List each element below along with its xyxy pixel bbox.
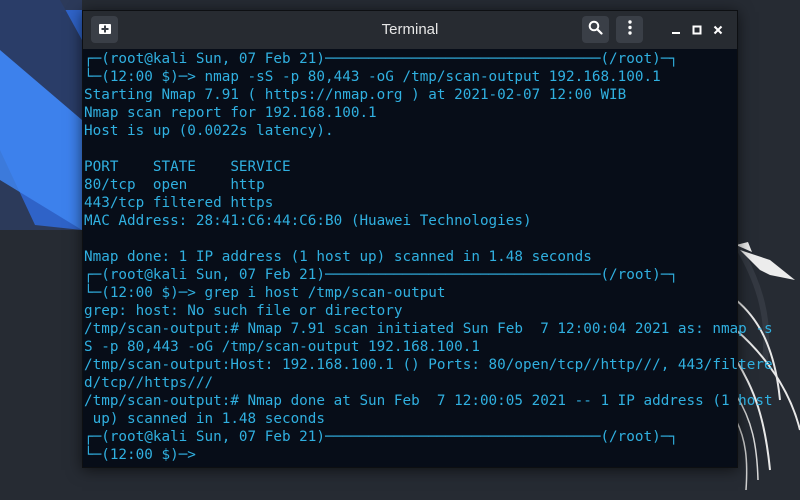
new-tab-button[interactable] (91, 16, 118, 43)
terminal-line: grep: host: No such file or directory (84, 303, 403, 319)
terminal-line: /tmp/scan-output:Host: 192.168.100.1 () … (84, 357, 773, 373)
terminal-line: └─(12:00 $)─> nmap -sS -p 80,443 -oG /tm… (84, 69, 661, 85)
terminal-line: Starting Nmap 7.91 ( https://nmap.org ) … (84, 87, 627, 103)
terminal-lines: ┌─(root@kali Sun, 07 Feb 21)────────────… (83, 49, 773, 467)
maximize-icon (692, 20, 702, 39)
terminal-line: /tmp/scan-output:# Nmap done at Sun Feb … (84, 393, 773, 409)
terminal-window: Terminal ┌─(root@kali Sun, 07 Feb 21)───… (82, 10, 773, 468)
vertical-dots-icon (627, 20, 632, 39)
terminal-line: /tmp/scan-output:# Nmap 7.91 scan initia… (84, 321, 773, 337)
titlebar[interactable]: Terminal (83, 11, 737, 49)
minimize-button[interactable] (669, 22, 683, 36)
terminal-line: └─(12:00 $)─> (84, 447, 196, 463)
terminal-line: 80/tcp open http (84, 177, 265, 193)
terminal-line: PORT STATE SERVICE (84, 159, 291, 175)
close-icon (713, 20, 723, 39)
terminal-line: MAC Address: 28:41:C6:44:C6:B0 (Huawei T… (84, 213, 532, 229)
menu-button[interactable] (616, 16, 643, 43)
terminal-line: Nmap scan report for 192.168.100.1 (84, 105, 377, 121)
new-tab-icon (98, 20, 112, 39)
terminal-line: S -p 80,443 -oG /tmp/scan-output 192.168… (84, 339, 480, 355)
terminal-line: ┌─(root@kali Sun, 07 Feb 21)────────────… (84, 51, 678, 67)
terminal-line: up) scanned in 1.48 seconds (84, 411, 326, 427)
terminal-line: Host is up (0.0022s latency). (84, 123, 334, 139)
terminal-line: Nmap done: 1 IP address (1 host up) scan… (84, 249, 592, 265)
search-button[interactable] (582, 16, 609, 43)
terminal-line: ┌─(root@kali Sun, 07 Feb 21)────────────… (84, 267, 678, 283)
terminal-line: 443/tcp filtered https (84, 195, 274, 211)
terminal-line: ┌─(root@kali Sun, 07 Feb 21)────────────… (84, 429, 678, 445)
terminal-line: └─(12:00 $)─> grep i host /tmp/scan-outp… (84, 285, 446, 301)
maximize-button[interactable] (690, 22, 704, 36)
terminal-output-area[interactable]: ┌─(root@kali Sun, 07 Feb 21)────────────… (83, 49, 773, 467)
close-button[interactable] (711, 22, 725, 36)
search-icon (588, 20, 603, 39)
minimize-icon (671, 20, 681, 39)
terminal-line: d/tcp//https/// (84, 375, 214, 391)
